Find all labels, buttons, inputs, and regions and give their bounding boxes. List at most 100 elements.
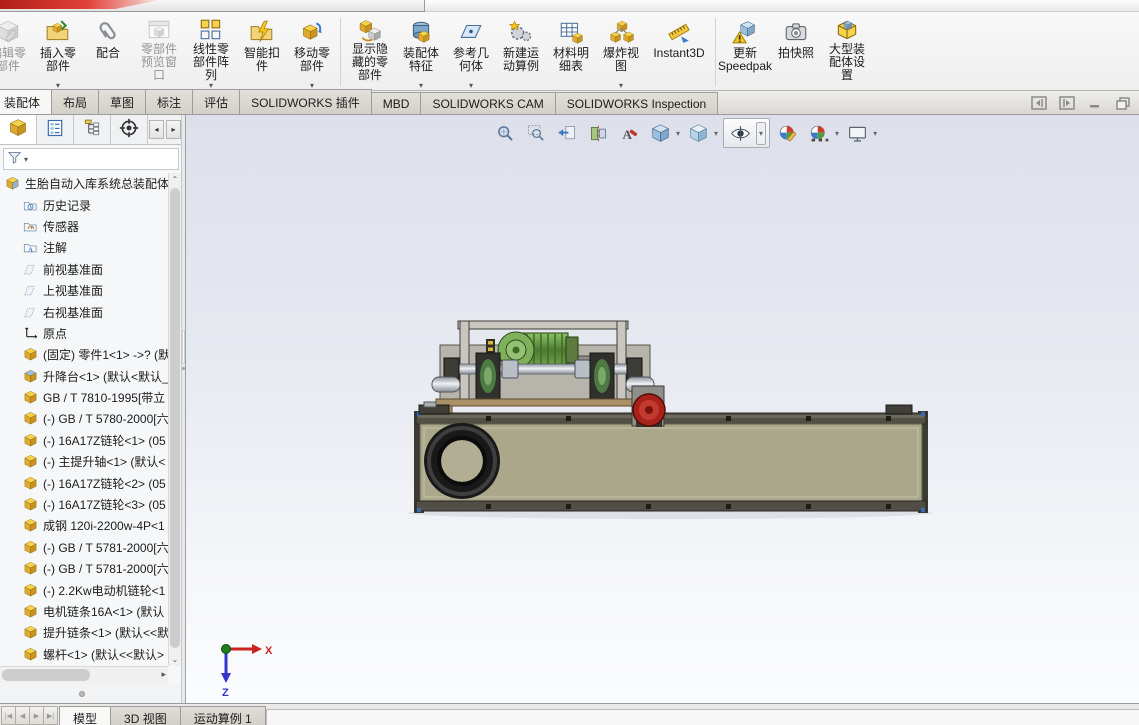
- hide-annotations-button[interactable]: A: [616, 120, 642, 146]
- tree-item-annotations-folder[interactable]: A 注解: [0, 237, 168, 258]
- dropdown-arrow-icon[interactable]: ▾: [676, 129, 680, 138]
- zoom-to-fit-button[interactable]: [492, 120, 518, 146]
- tree-item-part[interactable]: (固定) 零件1<1> ->? (默: [0, 344, 168, 365]
- large-assembly-settings-button[interactable]: 大型装配体设置: [822, 14, 872, 90]
- linear-component-pattern-button[interactable]: 线性零部件阵列 ▾: [186, 14, 236, 90]
- panel-tab-scroll-right[interactable]: ▸: [166, 120, 181, 139]
- tree-item-part[interactable]: (-) 16A17Z链轮<2> (05: [0, 472, 168, 493]
- tree-item-part[interactable]: (-) GB / T 5780-2000[六: [0, 408, 168, 429]
- tree-item-history-folder[interactable]: 历史记录: [0, 194, 168, 215]
- tree-item-plane[interactable]: 右视基准面: [0, 301, 168, 322]
- study-nav-last-button[interactable]: ▶|: [43, 706, 58, 725]
- dropdown-arrow-icon[interactable]: ▾: [469, 81, 473, 90]
- tree-item-part[interactable]: 电机链条16A<1> (默认: [0, 601, 168, 622]
- command-tab-3[interactable]: 草图: [98, 89, 147, 114]
- study-tab-3[interactable]: 运动算例 1: [179, 706, 266, 725]
- tree-item-part[interactable]: (-) GB / T 5781-2000[六: [0, 537, 168, 558]
- tree-item-part[interactable]: (-) 16A17Z链轮<1> (05: [0, 430, 168, 451]
- study-nav-first-button[interactable]: |◀: [1, 706, 16, 725]
- panel-tab-dimxpertmanager[interactable]: [111, 115, 148, 144]
- dropdown-arrow-icon[interactable]: ▾: [756, 121, 767, 145]
- bill-of-materials-button[interactable]: 材料明细表: [547, 14, 595, 90]
- study-nav-previous-button[interactable]: ◀: [15, 706, 30, 725]
- tree-item-part[interactable]: 螺杆<1> (默认<<默认>: [0, 644, 168, 665]
- new-motion-study-button[interactable]: 新建运动算例: [497, 14, 545, 90]
- dropdown-arrow-icon[interactable]: ▾: [714, 129, 718, 138]
- mate-button[interactable]: 配合: [84, 14, 132, 90]
- tree-item-plane[interactable]: 前视基准面: [0, 259, 168, 280]
- tree-item-part[interactable]: 提升链条<1> (默认<<默: [0, 622, 168, 643]
- study-tab-1[interactable]: 模型: [59, 706, 112, 725]
- tree-item-origin[interactable]: 原点: [0, 323, 168, 344]
- previous-view-button[interactable]: [554, 120, 580, 146]
- exploded-view-button[interactable]: 爆炸视图 ▾: [597, 14, 645, 90]
- tree-item-part[interactable]: (-) 2.2Kw电动机链轮<1: [0, 579, 168, 600]
- take-snapshot-button[interactable]: 拍快照: [772, 14, 820, 90]
- panel-tab-propertymanager[interactable]: [37, 115, 74, 144]
- panel-tab-scroll-left[interactable]: ◂: [149, 120, 164, 139]
- tree-item-plane[interactable]: 上视基准面: [0, 280, 168, 301]
- dropdown-arrow-icon[interactable]: ▾: [873, 129, 877, 138]
- minimize-button[interactable]: [1087, 95, 1103, 110]
- smart-fasteners-button[interactable]: 智能扣件: [238, 14, 286, 90]
- command-tab-2[interactable]: 布局: [51, 89, 100, 114]
- tree-vertical-scrollbar[interactable]: ⌃ ⌄: [168, 173, 181, 666]
- panel-tab-configurationmanager[interactable]: [74, 115, 111, 144]
- move-component-button[interactable]: 移动零部件 ▾: [288, 14, 336, 90]
- dropdown-arrow-icon[interactable]: ▾: [619, 81, 623, 90]
- insert-component-button[interactable]: 插入零部件 ▾: [34, 14, 82, 90]
- hide-show-items-button[interactable]: [727, 120, 753, 146]
- study-tab-2[interactable]: 3D 视图: [110, 706, 181, 725]
- update-speedpak-button[interactable]: 更新 Speedpak: [718, 14, 772, 90]
- dropdown-arrow-icon[interactable]: ▾: [835, 129, 839, 138]
- panel-tab-featuremanager[interactable]: [0, 115, 37, 144]
- tree-item-part[interactable]: (-) 16A17Z链轮<3> (05: [0, 494, 168, 515]
- horizontal-scroll-thumb[interactable]: [2, 669, 90, 681]
- collapse-left-button[interactable]: [1031, 95, 1047, 110]
- collapse-right-button[interactable]: [1059, 95, 1075, 110]
- scroll-right-icon[interactable]: ▸: [161, 669, 166, 680]
- section-view-button[interactable]: [585, 120, 611, 146]
- command-tab-5[interactable]: 评估: [192, 89, 241, 114]
- show-hidden-components-button[interactable]: 显示隐藏的零部件: [345, 14, 395, 90]
- command-tab-7[interactable]: MBD: [370, 92, 422, 114]
- study-nav-next-button[interactable]: ▶: [29, 706, 44, 725]
- splitter-grip[interactable]: [182, 330, 185, 364]
- tree-horizontal-scrollbar[interactable]: ▸: [0, 666, 168, 683]
- command-tab-6[interactable]: SOLIDWORKS 插件: [239, 89, 372, 114]
- graphics-viewport[interactable]: X Z A ▾ ▾ ▾ ▾ ▾: [186, 115, 1139, 703]
- chevron-down-icon[interactable]: ▾: [24, 155, 28, 164]
- tree-item-part[interactable]: (-) 主提升轴<1> (默认<: [0, 451, 168, 472]
- display-style-button[interactable]: [685, 120, 711, 146]
- view-orientation-button[interactable]: [647, 120, 673, 146]
- tree-item-subassembly[interactable]: 升降台<1> (默认<默认_: [0, 366, 168, 387]
- command-tab-8[interactable]: SOLIDWORKS CAM: [420, 92, 556, 114]
- tree-item-part[interactable]: GB / T 7810-1995[带立: [0, 387, 168, 408]
- tree-filter-field[interactable]: ▾: [3, 148, 179, 170]
- restore-button[interactable]: [1115, 95, 1131, 110]
- scroll-up-icon[interactable]: ⌃: [169, 173, 181, 186]
- vertical-scroll-thumb[interactable]: [170, 188, 180, 648]
- reference-geometry-button[interactable]: 参考几何体 ▾: [447, 14, 495, 90]
- panel-resize-handle[interactable]: [79, 691, 85, 697]
- instant3d-button[interactable]: Instant3D: [647, 14, 711, 90]
- zoom-to-area-button[interactable]: [523, 120, 549, 146]
- tree-item-assembly-root[interactable]: 生胎自动入库系统总装配体: [0, 173, 168, 194]
- view-settings-button[interactable]: [844, 120, 870, 146]
- assembly-features-button[interactable]: 装配体特征 ▾: [397, 14, 445, 90]
- scroll-down-icon[interactable]: ⌄: [169, 653, 181, 666]
- splitter-dot[interactable]: [182, 367, 185, 370]
- assembly-model-view[interactable]: X Z: [186, 115, 1139, 703]
- edit-appearance-button[interactable]: [775, 120, 801, 146]
- command-tab-1[interactable]: 装配体: [0, 89, 53, 114]
- tree-item-sensors-folder[interactable]: 传感器: [0, 216, 168, 237]
- command-tab-4[interactable]: 标注: [145, 89, 194, 114]
- tire[interactable]: [424, 423, 500, 499]
- dropdown-arrow-icon[interactable]: ▾: [419, 81, 423, 90]
- conveyor-motor[interactable]: [631, 385, 666, 427]
- apply-scene-button[interactable]: [806, 120, 832, 146]
- command-tab-9[interactable]: SOLIDWORKS Inspection: [554, 92, 719, 114]
- tree-item-part[interactable]: (-) GB / T 5781-2000[六: [0, 558, 168, 579]
- tree-item-part[interactable]: 成钢 120i-2200w-4P<1: [0, 515, 168, 536]
- filter-funnel-icon[interactable]: [7, 150, 22, 168]
